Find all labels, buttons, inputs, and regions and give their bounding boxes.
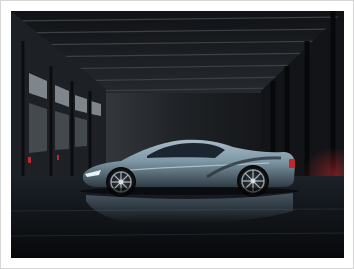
photo-frame [0,0,354,269]
hypercar-scene [11,11,344,258]
hypercar-photo [11,11,344,258]
tail-light [289,159,295,168]
